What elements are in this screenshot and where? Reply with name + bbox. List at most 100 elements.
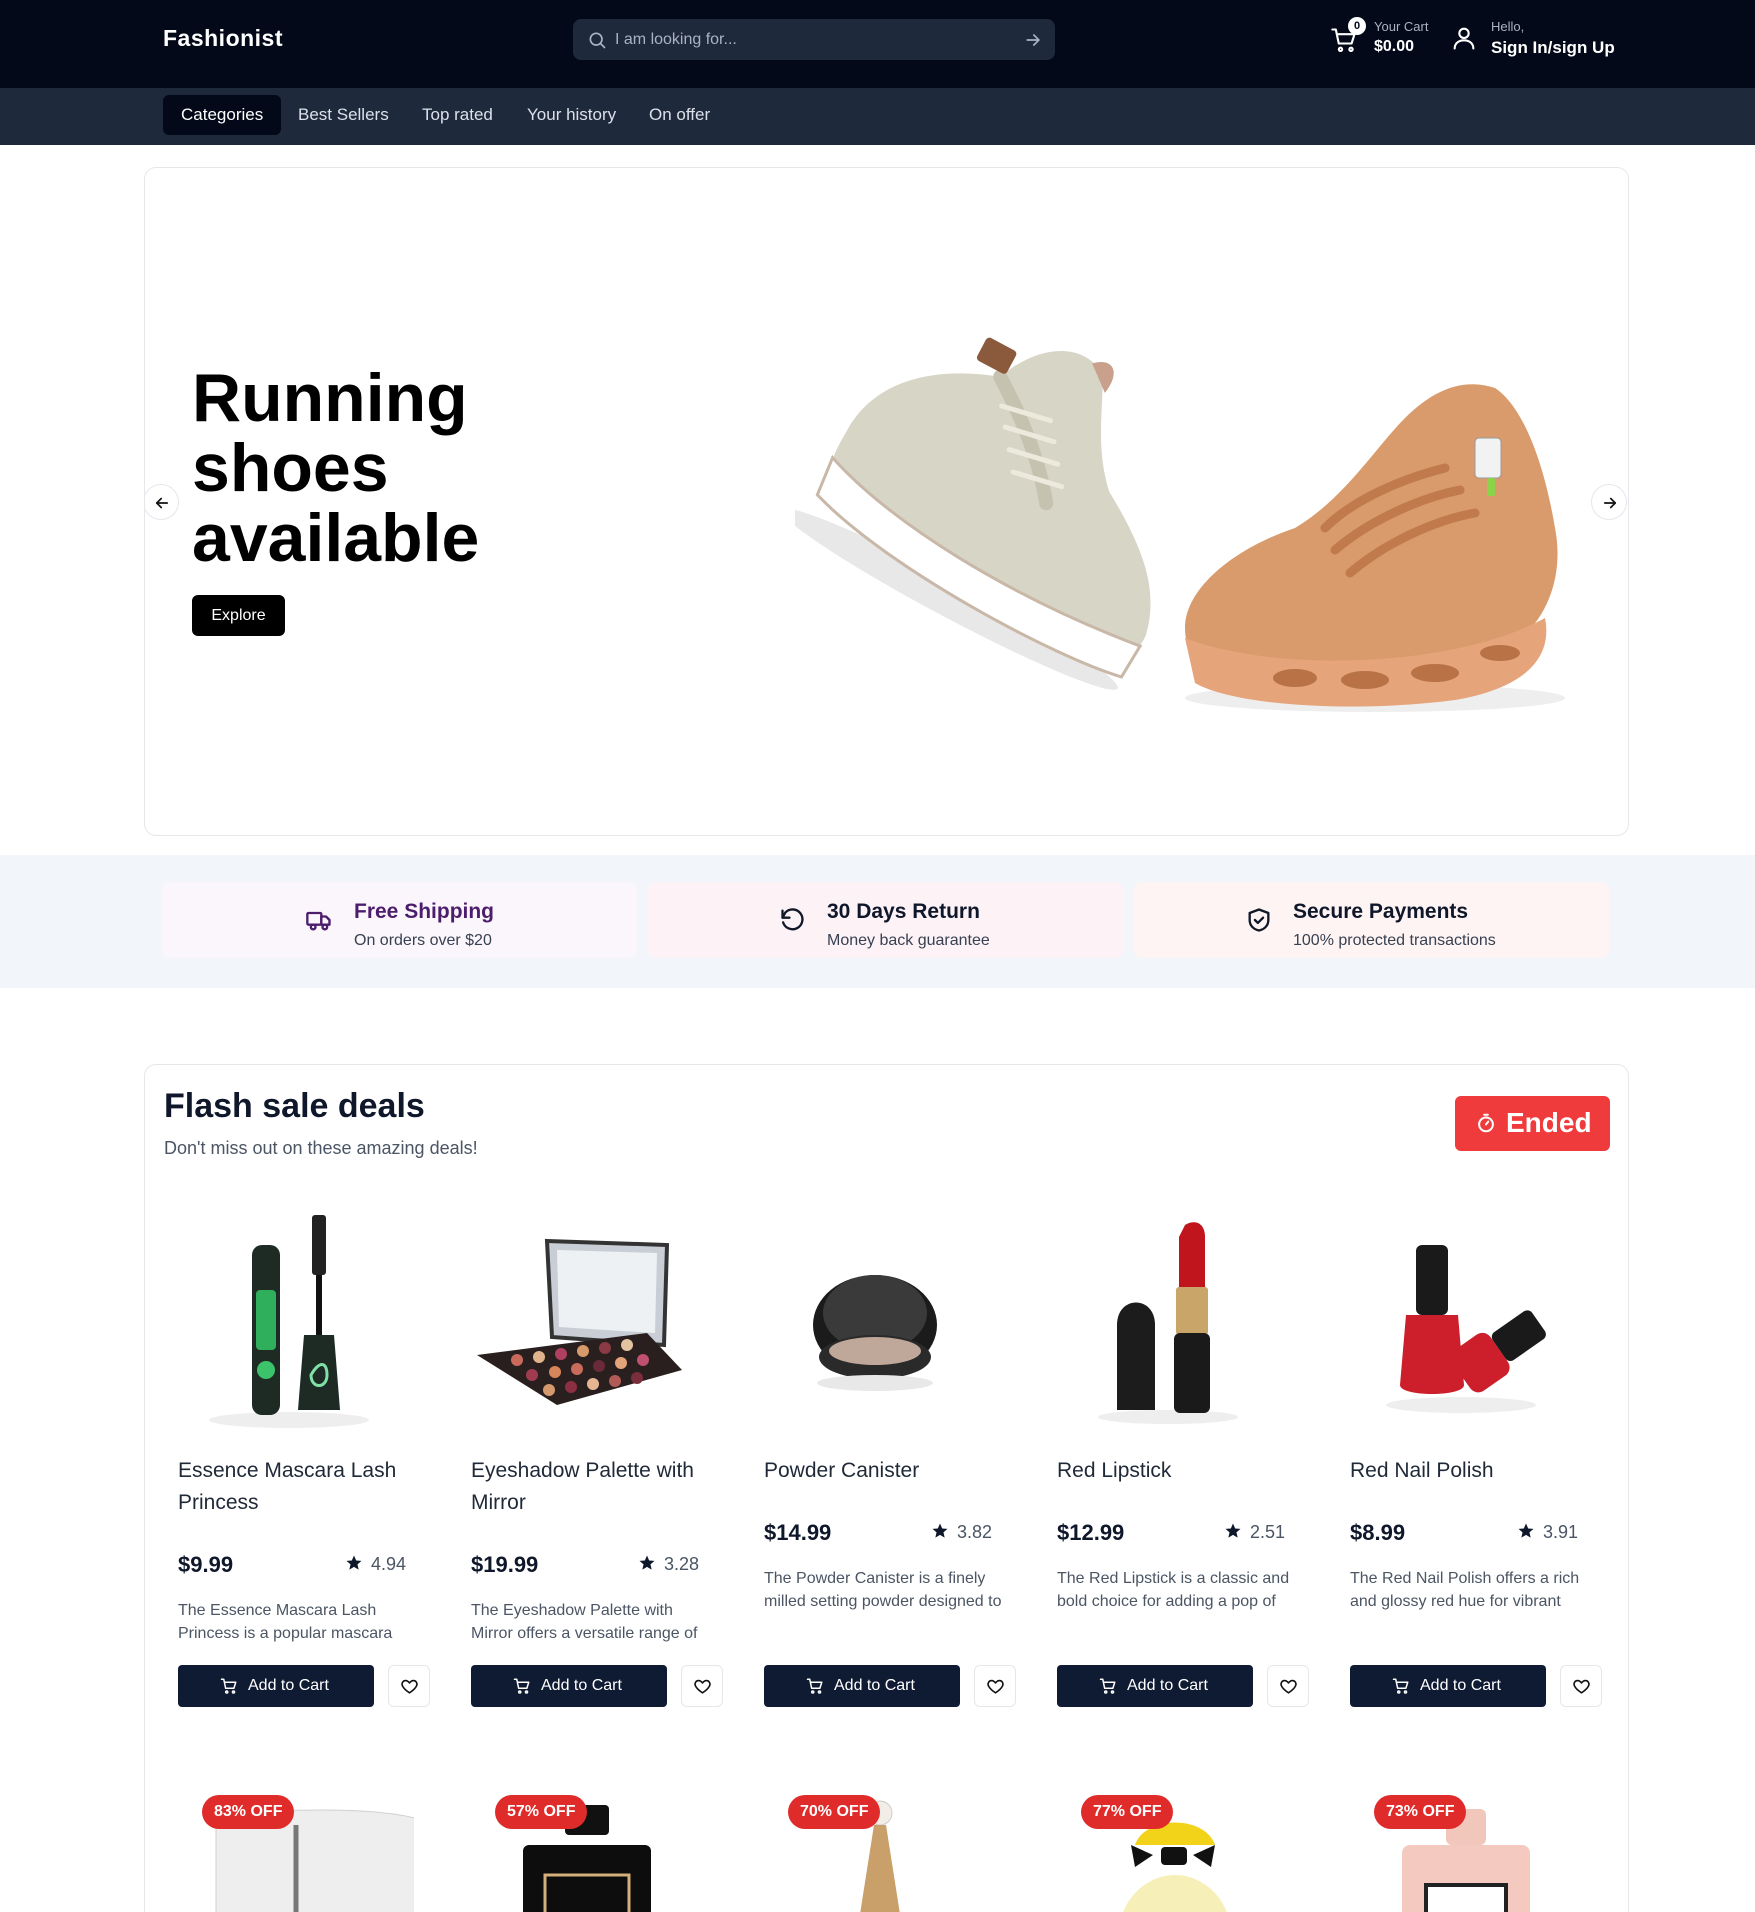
cart-amount: $0.00 <box>1374 38 1415 55</box>
add-to-cart-label: Add to Cart <box>541 1677 622 1694</box>
red-nail-polish-image <box>1386 1245 1546 1413</box>
cart-icon <box>1392 1678 1409 1694</box>
product-description: The Red Lipstick is a classic and bold c… <box>1057 1570 1290 1610</box>
wishlist-button[interactable] <box>974 1665 1016 1707</box>
features-strip: Free Shipping On orders over $20 30 Days… <box>0 855 1755 988</box>
product-price: $12.99 <box>1057 1520 1125 1545</box>
heart-icon <box>1573 1679 1590 1694</box>
nav-item-your-history[interactable]: Your history <box>509 95 634 135</box>
product-description: The Essence Mascara Lash Princess is a p… <box>178 1602 393 1642</box>
explore-button[interactable]: Explore <box>192 595 285 636</box>
feature-secure-payments: Secure Payments 100% protected transacti… <box>1134 882 1609 958</box>
wishlist-button[interactable] <box>388 1665 430 1707</box>
nav-item-top-rated[interactable]: Top rated <box>404 95 511 135</box>
rating-value: 3.28 <box>663 1554 699 1574</box>
product-name[interactable]: Essence Mascara Lash Princess <box>178 1455 408 1519</box>
brand-logo[interactable]: Fashionist <box>163 25 283 52</box>
heart-icon <box>694 1679 711 1694</box>
add-to-cart-label: Add to Cart <box>1420 1677 1501 1694</box>
eyeshadow-palette-image <box>477 1238 682 1405</box>
flash-sale-subtitle: Don't miss out on these amazing deals! <box>164 1138 478 1158</box>
flash-sale-title: Flash sale deals <box>164 1087 425 1125</box>
feature-free-shipping: Free Shipping On orders over $20 <box>162 882 637 958</box>
product-card[interactable]: Red Lipstick $12.99 2.51 The Red Lipstic… <box>1043 1205 1309 1785</box>
product-card[interactable]: Powder Canister $14.99 3.82 The Powder C… <box>750 1205 1016 1785</box>
nav-item-on-offer[interactable]: On offer <box>631 95 728 135</box>
product-rating: 3.82 <box>931 1522 992 1543</box>
star-icon <box>932 1523 948 1538</box>
sale-status-text: Ended <box>1506 1107 1592 1138</box>
product-card[interactable]: Essence Mascara Lash Princess $9.99 4.94… <box>164 1205 430 1785</box>
product-card[interactable]: 57% OFF <box>457 1785 707 1912</box>
product-description: The Red Nail Polish offers a rich and gl… <box>1350 1570 1580 1610</box>
red-lipstick-image <box>1098 1222 1238 1424</box>
product-name[interactable]: Red Nail Polish <box>1350 1455 1580 1487</box>
carousel-next-button[interactable] <box>1591 484 1627 520</box>
product-card[interactable]: 77% OFF <box>1043 1785 1293 1912</box>
feature-subtitle: 100% protected transactions <box>1293 932 1496 949</box>
account-greeting: Hello, <box>1491 19 1525 34</box>
heart-icon <box>987 1679 1004 1694</box>
shield-check-icon <box>1248 908 1270 932</box>
rotate-ccw-icon <box>781 908 804 931</box>
product-card[interactable]: 70% OFF <box>750 1785 1000 1912</box>
product-name[interactable]: Eyeshadow Palette with Mirror <box>471 1455 701 1519</box>
hero-title: Running shoes available <box>192 360 480 576</box>
sale-status-badge: Ended <box>1455 1096 1610 1151</box>
product-card[interactable]: Red Nail Polish $8.99 3.91 The Red Nail … <box>1336 1205 1602 1785</box>
feature-subtitle: On orders over $20 <box>354 932 492 949</box>
top-header: Fashionist 0 Your Cart $0.00 Hello, Sign… <box>0 0 1755 88</box>
product-card[interactable]: 83% OFF <box>164 1785 414 1912</box>
product-card[interactable]: Eyeshadow Palette with Mirror $19.99 3.2… <box>457 1205 723 1785</box>
star-icon <box>639 1555 655 1570</box>
rating-value: 4.94 <box>370 1554 406 1574</box>
feature-subtitle: Money back guarantee <box>827 932 990 949</box>
discount-badge: 73% OFF <box>1374 1795 1467 1829</box>
add-to-cart-button[interactable]: Add to Cart <box>1057 1665 1253 1707</box>
search-icon <box>589 32 606 49</box>
hero-carousel: Running shoes available Explore <box>144 167 1629 836</box>
powder-canister-image <box>813 1275 937 1391</box>
add-to-cart-button[interactable]: Add to Cart <box>178 1665 374 1707</box>
cart-button[interactable]: 0 Your Cart $0.00 <box>1330 16 1435 62</box>
product-price: $14.99 <box>764 1520 832 1545</box>
cart-label: Your Cart <box>1374 19 1429 34</box>
wishlist-button[interactable] <box>1560 1665 1602 1707</box>
star-icon <box>1225 1523 1241 1538</box>
rating-value: 3.91 <box>1542 1522 1578 1542</box>
product-rating: 4.94 <box>345 1554 406 1575</box>
cart-icon <box>806 1678 823 1694</box>
wishlist-button[interactable] <box>1267 1665 1309 1707</box>
star-icon <box>346 1555 362 1570</box>
heart-icon <box>1280 1679 1297 1694</box>
discount-badge: 77% OFF <box>1081 1795 1174 1829</box>
rating-value: 3.82 <box>956 1522 992 1542</box>
product-rating: 3.28 <box>638 1554 699 1575</box>
search-submit-arrow-icon[interactable] <box>1023 30 1043 50</box>
search-input[interactable] <box>615 19 995 60</box>
add-to-cart-button[interactable]: Add to Cart <box>764 1665 960 1707</box>
nav-item-best-sellers[interactable]: Best Sellers <box>280 95 407 135</box>
product-rating: 2.51 <box>1224 1522 1285 1543</box>
arrow-left-icon <box>155 497 169 509</box>
carousel-prev-button[interactable] <box>145 484 179 520</box>
nav-item-categories[interactable]: Categories <box>163 95 282 135</box>
product-name[interactable]: Powder Canister <box>764 1455 994 1487</box>
wishlist-button[interactable] <box>681 1665 723 1707</box>
add-to-cart-button[interactable]: Add to Cart <box>471 1665 667 1707</box>
cart-icon <box>513 1678 530 1694</box>
add-to-cart-button[interactable]: Add to Cart <box>1350 1665 1546 1707</box>
feature-title: Free Shipping <box>354 900 495 923</box>
add-to-cart-label: Add to Cart <box>834 1677 915 1694</box>
heart-icon <box>401 1679 418 1694</box>
account-button[interactable]: Hello, Sign In/sign Up <box>1450 16 1620 62</box>
user-icon <box>1453 27 1475 50</box>
product-price: $9.99 <box>178 1552 234 1577</box>
product-price: $8.99 <box>1350 1520 1406 1545</box>
product-card[interactable]: 73% OFF <box>1336 1785 1586 1912</box>
product-name[interactable]: Red Lipstick <box>1057 1455 1287 1487</box>
discount-badge: 83% OFF <box>202 1795 295 1829</box>
arrow-right-icon <box>1603 497 1617 509</box>
add-to-cart-label: Add to Cart <box>1127 1677 1208 1694</box>
sign-in-link[interactable]: Sign In/sign Up <box>1491 38 1615 58</box>
